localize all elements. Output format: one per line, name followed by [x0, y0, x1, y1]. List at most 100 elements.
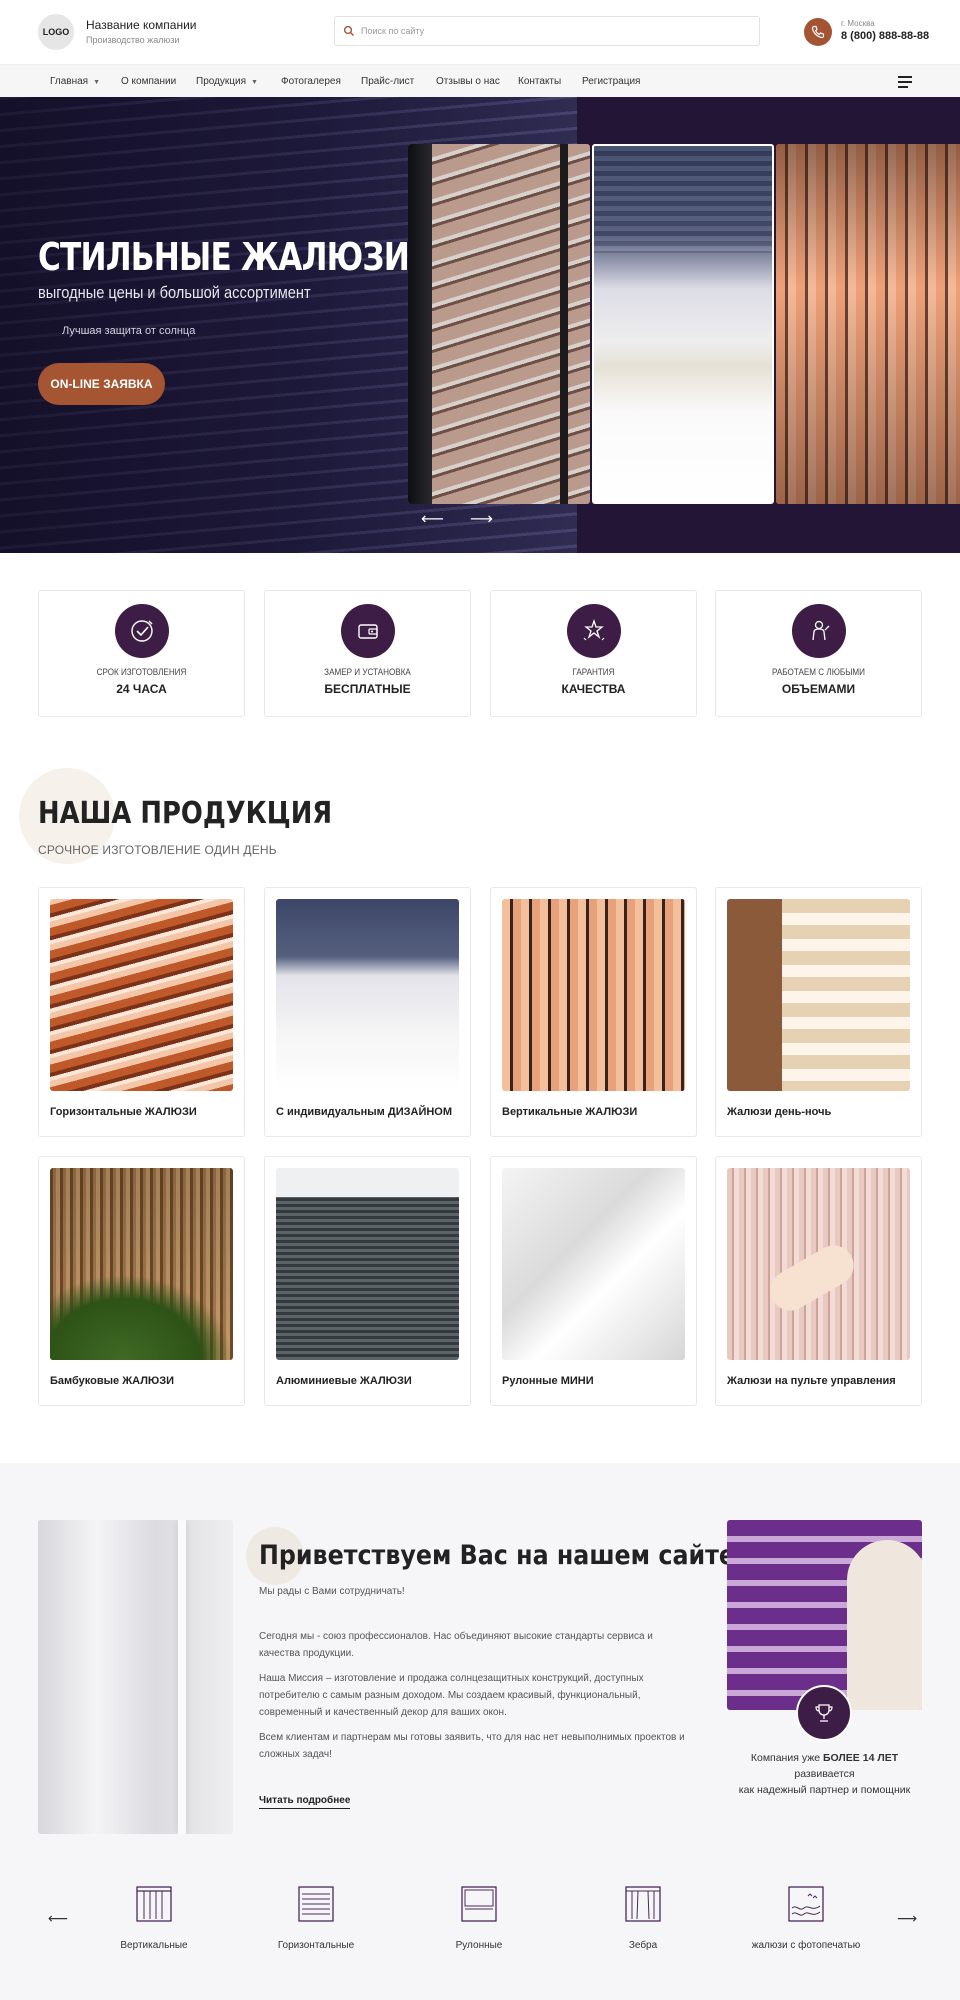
hero-slide-horizontal-blinds[interactable] — [408, 144, 590, 504]
years-text-line2: как надежный партнер и помощник — [738, 1784, 911, 1796]
nav-item-label: Отзывы о нас — [436, 76, 500, 87]
welcome-title: Приветствуем Вас на нашем сайте — [259, 1540, 736, 1571]
product-card[interactable]: Жалюзи на пульте управления — [715, 1156, 922, 1406]
logo[interactable]: LOGO — [38, 14, 74, 50]
product-card[interactable]: Бамбуковые ЖАЛЮЗИ — [38, 1156, 245, 1406]
wallet-icon — [341, 604, 395, 658]
nav-item-pricelist[interactable]: Прайс-лист — [361, 65, 414, 98]
product-label[interactable]: С индивидуальным ДИЗАЙНОМ — [276, 1106, 452, 1118]
slider-prev-arrow-icon[interactable]: ⟵ — [421, 509, 444, 529]
product-label[interactable]: Алюминиевые ЖАЛЮЗИ — [276, 1375, 412, 1387]
product-card[interactable]: Жалюзи день-ночь — [715, 887, 922, 1137]
product-label[interactable]: Вертикальные ЖАЛЮЗИ — [502, 1106, 637, 1118]
feature-card: ГАРАНТИЯ КАЧЕСТВА — [490, 590, 697, 717]
product-image[interactable] — [276, 899, 459, 1091]
product-card[interactable]: Вертикальные ЖАЛЮЗИ — [490, 887, 697, 1137]
hero-slide-vertical-blinds[interactable] — [776, 144, 960, 504]
feature-bottom-text: КАЧЕСТВА — [561, 682, 626, 696]
product-image[interactable] — [50, 1168, 233, 1360]
hero-slide-roller-blinds[interactable] — [592, 144, 774, 504]
category-item-zebra[interactable]: Зебра — [578, 1884, 708, 1951]
chevron-down-icon: ▼ — [251, 79, 258, 86]
product-card[interactable]: Рулонные МИНИ — [490, 1156, 697, 1406]
product-label[interactable]: Жалюзи на пульте управления — [727, 1375, 896, 1387]
nav-item-reviews[interactable]: Отзывы о нас — [436, 65, 500, 98]
nav-item-label: О компании — [121, 76, 177, 87]
categories-next-arrow-icon[interactable]: ⟶ — [897, 1910, 917, 1927]
years-text-bold: БОЛЕЕ 14 ЛЕТ — [822, 1752, 899, 1764]
hero-slider: СТИЛЬНЫЕ ЖАЛЮЗИ выгодные цены и большой … — [0, 97, 960, 553]
zebra-blinds-icon — [625, 1886, 661, 1922]
feature-top-text: ЗАМЕР И УСТАНОВКА — [324, 667, 411, 677]
nav-item-about[interactable]: О компании — [121, 65, 176, 98]
header: LOGO Название компании Производство жалю… — [0, 0, 960, 64]
hamburger-menu-icon[interactable] — [898, 76, 912, 88]
category-label: Зебра — [628, 1940, 658, 1951]
product-label[interactable]: Рулонные МИНИ — [502, 1375, 594, 1387]
nav-item-products[interactable]: Продукция ▼ — [196, 65, 258, 98]
welcome-photo-right — [727, 1520, 922, 1710]
products-title: НАША ПРОДУКЦИЯ — [38, 796, 333, 831]
trophy-icon — [796, 1685, 852, 1741]
nav-item-label: Прайс-лист — [361, 76, 415, 87]
nav-item-gallery[interactable]: Фотогалерея — [281, 65, 341, 98]
years-text-start: Компания уже — [750, 1752, 821, 1764]
welcome-subtitle: Мы рады с Вами сотрудничать! — [259, 1586, 405, 1597]
category-label: Вертикальные — [120, 1940, 188, 1951]
read-more-link[interactable]: Читать подробнее — [259, 1795, 351, 1809]
product-image[interactable] — [727, 899, 910, 1091]
products-subtitle: СРОЧНОЕ ИЗГОТОВЛЕНИЕ ОДИН ДЕНЬ — [38, 843, 277, 857]
product-image[interactable] — [502, 1168, 685, 1360]
feature-card: РАБОТАЕМ С ЛЮБЫМИ ОБЪЕМАМИ — [715, 590, 922, 717]
feature-top-text: ГАРАНТИЯ — [572, 667, 615, 677]
online-request-button[interactable]: ON-LINE ЗАЯВКА — [38, 363, 165, 405]
nav-item-label: Главная — [50, 76, 89, 87]
years-text-end: развивается — [794, 1768, 855, 1780]
product-card[interactable]: С индивидуальным ДИЗАЙНОМ — [264, 887, 471, 1137]
nav-item-label: Контакты — [518, 76, 562, 87]
category-label: Горизонтальные — [277, 1940, 355, 1951]
category-label: жалюзи с фотопечатью — [751, 1940, 861, 1951]
categories-prev-arrow-icon[interactable]: ⟵ — [48, 1910, 68, 1927]
category-item-roller[interactable]: Рулонные — [414, 1884, 544, 1951]
category-label: Рулонные — [455, 1940, 503, 1951]
product-label[interactable]: Бамбуковые ЖАЛЮЗИ — [50, 1375, 174, 1387]
category-item-vertical[interactable]: Вертикальные — [89, 1884, 219, 1951]
search-icon[interactable] — [343, 25, 355, 37]
product-image[interactable] — [727, 1168, 910, 1360]
product-image[interactable] — [276, 1168, 459, 1360]
hero-title: СТИЛЬНЫЕ ЖАЛЮЗИ — [38, 235, 410, 279]
vertical-blinds-icon — [136, 1886, 172, 1922]
photo-print-blinds-icon — [788, 1886, 824, 1922]
slider-next-arrow-icon[interactable]: ⟶ — [470, 509, 493, 529]
category-item-photo-print[interactable]: жалюзи с фотопечатью — [741, 1884, 871, 1951]
main-nav: Главная ▼ О компании Продукция ▼ Фотогалер… — [0, 64, 960, 97]
welcome-paragraph: Сегодня мы - союз профессионалов. Нас об… — [259, 1631, 653, 1659]
product-card[interactable]: Алюминиевые ЖАЛЮЗИ — [264, 1156, 471, 1406]
product-card[interactable]: Горизонтальные ЖАЛЮЗИ — [38, 887, 245, 1137]
feature-bottom-text: ОБЪЕМАМИ — [781, 682, 856, 696]
nav-item-label: Продукция — [196, 76, 247, 87]
chevron-down-icon: ▼ — [93, 79, 100, 86]
nav-item-label: Фотогалерея — [281, 76, 341, 87]
feature-card: СРОК ИЗГОТОВЛЕНИЯ 24 ЧАСА — [38, 590, 245, 717]
search-box — [334, 16, 760, 46]
clock-check-icon — [115, 604, 169, 658]
product-label[interactable]: Жалюзи день-ночь — [727, 1106, 831, 1118]
phone-number[interactable]: 8 (800) 888-88-88 — [841, 30, 929, 42]
company-years-text: Компания уже БОЛЕЕ 14 ЛЕТ развивается ка… — [727, 1750, 922, 1798]
product-image[interactable] — [50, 899, 233, 1091]
hero-note: Лучшая защита от солнца — [62, 325, 196, 337]
feature-top-text: РАБОТАЕМ С ЛЮБЫМИ — [772, 667, 865, 677]
welcome-paragraph: Наша Миссия – изготовление и продажа сол… — [259, 1673, 644, 1718]
hero-subtitle: выгодные цены и большой ассортимент — [38, 283, 311, 302]
search-input[interactable] — [361, 17, 751, 45]
product-image[interactable] — [502, 899, 685, 1091]
nav-item-registration[interactable]: Регистрация — [582, 65, 640, 98]
nav-item-home[interactable]: Главная ▼ — [50, 65, 100, 98]
phone-icon[interactable] — [804, 18, 832, 46]
product-label[interactable]: Горизонтальные ЖАЛЮЗИ — [50, 1106, 197, 1118]
category-item-horizontal[interactable]: Горизонтальные — [251, 1884, 381, 1951]
company-subtitle: Производство жалюзи — [86, 35, 180, 45]
nav-item-contacts[interactable]: Контакты — [518, 65, 561, 98]
